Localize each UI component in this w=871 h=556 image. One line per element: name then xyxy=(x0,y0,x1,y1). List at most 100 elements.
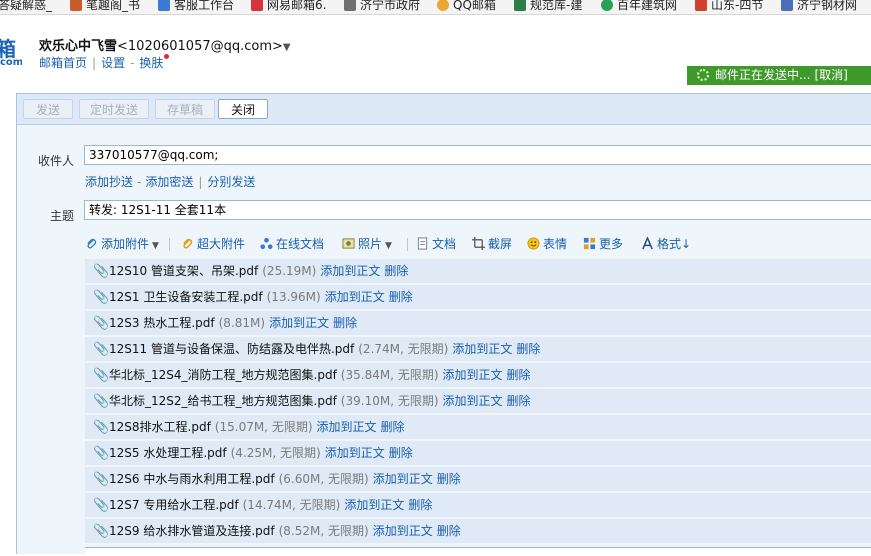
attachment-name: 12S3 热水工程.pdf xyxy=(109,316,215,330)
account-email: <1020601057@qq.com> xyxy=(117,39,283,54)
bookmark-item[interactable]: 答疑解惑_ xyxy=(0,0,52,13)
add-to-body-link[interactable]: 添加到正文 xyxy=(269,316,329,330)
delete-attachment-link[interactable]: 删除 xyxy=(389,290,413,304)
add-bcc-link[interactable]: 添加密送 xyxy=(145,175,193,189)
toolbar-label: 更多 xyxy=(599,237,624,251)
delete-attachment-link[interactable]: 删除 xyxy=(516,342,540,356)
format-icon xyxy=(642,237,653,250)
divider: - xyxy=(130,56,135,70)
attachment-item: 📎12S3 热水工程.pdf (8.81M) 添加到正文 删除 xyxy=(85,311,871,335)
attachment-size: (14.74M, 无限期) xyxy=(242,498,341,512)
add-to-body-link[interactable]: 添加到正文 xyxy=(317,420,377,434)
add-to-body-link[interactable]: 添加到正文 xyxy=(373,524,433,538)
bookmark-item[interactable]: 百年建筑网 xyxy=(601,0,677,13)
document-button[interactable]: 文档 xyxy=(416,234,456,254)
screenshot-button[interactable]: 截屏 xyxy=(472,234,512,254)
delete-attachment-link[interactable]: 删除 xyxy=(333,316,357,330)
bookmark-favicon-icon xyxy=(781,0,793,11)
sending-status-text: 邮件正在发送中... xyxy=(715,68,811,82)
add-to-body-link[interactable]: 添加到正文 xyxy=(443,394,503,408)
attachment-item: 📎12S11 管道与设备保温、防结露及电伴热.pdf (2.74M, 无限期) 添加… xyxy=(85,337,871,361)
bookmark-favicon-icon xyxy=(695,0,707,11)
emoji-icon xyxy=(527,237,540,250)
delete-attachment-link[interactable]: 删除 xyxy=(437,472,461,486)
compose-action-bar: 发送 定时发送 存草稿 关闭 xyxy=(17,94,871,125)
add-to-body-link[interactable]: 添加到正文 xyxy=(320,264,380,278)
save-draft-button[interactable]: 存草稿 xyxy=(155,99,215,119)
add-to-body-link[interactable]: 添加到正文 xyxy=(373,472,433,486)
add-to-body-link[interactable]: 添加到正文 xyxy=(443,368,503,382)
chevron-down-icon[interactable]: ▼ xyxy=(152,241,159,251)
attachment-name: 12S6 中水与雨水利用工程.pdf xyxy=(109,472,275,486)
bookmark-item[interactable]: 山东-四节 xyxy=(695,0,763,13)
attachment-size: (6.60M, 无限期) xyxy=(278,472,369,486)
toolbar-divider xyxy=(169,238,170,251)
send-button[interactable]: 发送 xyxy=(23,99,73,119)
delete-attachment-link[interactable]: 删除 xyxy=(507,368,531,382)
bookmark-item[interactable]: QQ邮箱 xyxy=(437,0,496,13)
delete-attachment-link[interactable]: 删除 xyxy=(507,394,531,408)
attachment-name: 12S7 专用给水工程.pdf xyxy=(109,498,239,512)
toolbar-label: 超大附件 xyxy=(197,237,246,251)
toolbar-label: 文档 xyxy=(432,237,457,251)
account-switcher[interactable]: 欢乐心中飞雪<1020601057@qq.com>▼ xyxy=(39,35,291,54)
add-to-body-link[interactable]: 添加到正文 xyxy=(452,342,512,356)
large-attachment-icon: 📎 xyxy=(93,498,110,513)
attachment-size: (8.81M) xyxy=(218,316,266,330)
photo-button[interactable]: 照片 ▼ xyxy=(342,234,392,254)
bookmark-item[interactable]: 客服工作台 xyxy=(158,0,234,13)
large-attachment-button[interactable]: 超大附件 xyxy=(181,234,245,254)
bookmark-item[interactable]: 笔趣阁_书 xyxy=(70,0,140,13)
divider: | xyxy=(92,56,97,70)
delete-attachment-link[interactable]: 删除 xyxy=(437,524,461,538)
delete-attachment-link[interactable]: 删除 xyxy=(384,264,408,278)
message-body-editor[interactable] xyxy=(85,547,871,556)
bookmark-favicon-icon xyxy=(514,0,526,11)
delete-attachment-link[interactable]: 删除 xyxy=(408,498,432,512)
emoji-button[interactable]: 表情 xyxy=(527,234,567,254)
delete-attachment-link[interactable]: 删除 xyxy=(381,420,405,434)
change-skin-link[interactable]: 换肤 xyxy=(139,56,163,70)
large-attachment-icon: 📎 xyxy=(93,472,110,487)
bookmark-label: QQ邮箱 xyxy=(453,0,496,12)
mail-logo[interactable]: 箱 com xyxy=(0,33,22,69)
bookmark-item[interactable]: 网易邮箱6. xyxy=(251,0,326,13)
separate-send-link[interactable]: 分别发送 xyxy=(207,175,255,189)
attachment-item: 📎12S7 专用给水工程.pdf (14.74M, 无限期) 添加到正文 删除 xyxy=(85,493,871,517)
chevron-down-icon: ▼ xyxy=(282,42,291,53)
delete-attachment-link[interactable]: 删除 xyxy=(389,446,413,460)
more-icon xyxy=(583,237,596,250)
attachment-item: 📎12S10 管道支架、吊架.pdf (25.19M) 添加到正文 删除 xyxy=(85,259,871,283)
add-to-body-link[interactable]: 添加到正文 xyxy=(325,290,385,304)
format-button[interactable]: 格式↓ xyxy=(641,234,691,254)
bookmark-favicon-icon xyxy=(251,0,263,11)
settings-link[interactable]: 设置 xyxy=(101,56,125,70)
bookmark-item[interactable]: 济宁钢材网 xyxy=(781,0,857,13)
scheduled-send-button[interactable]: 定时发送 xyxy=(79,99,149,119)
chevron-down-icon[interactable]: ▼ xyxy=(385,241,392,251)
bookmark-favicon-icon xyxy=(601,0,613,11)
large-attachment-icon: 📎 xyxy=(93,420,110,435)
add-cc-link[interactable]: 添加抄送 xyxy=(85,175,133,189)
recipient-input[interactable]: 337010577@qq.com; xyxy=(84,145,871,165)
more-button[interactable]: 更多 xyxy=(583,234,623,254)
subject-input[interactable]: 转发: 12S1-11 全套11本 xyxy=(84,200,871,220)
add-to-body-link[interactable]: 添加到正文 xyxy=(325,446,385,460)
paperclip-icon: 📎 xyxy=(93,264,110,279)
document-icon xyxy=(417,237,428,250)
attachment-item: 📎12S8排水工程.pdf (15.07M, 无限期) 添加到正文 删除 xyxy=(85,415,871,439)
bookmark-item[interactable]: 济宁市政府 xyxy=(344,0,420,13)
attachment-name: 12S5 水处理工程.pdf xyxy=(109,446,227,460)
large-attachment-icon: 📎 xyxy=(93,342,110,357)
bookmark-label: 济宁钢材网 xyxy=(797,0,858,12)
close-button[interactable]: 关闭 xyxy=(218,99,268,119)
toolbar-label: 添加附件 xyxy=(101,237,150,251)
add-attachment-button[interactable]: 添加附件 ▼ xyxy=(85,234,159,254)
bookmark-label: 答疑解惑_ xyxy=(0,0,53,12)
mailbox-home-link[interactable]: 邮箱首页 xyxy=(39,56,87,70)
recipient-label: 收件人 xyxy=(38,154,75,168)
add-to-body-link[interactable]: 添加到正文 xyxy=(344,498,404,512)
cancel-sending-link[interactable]: [取消] xyxy=(814,68,847,82)
bookmark-item[interactable]: 规范库-建 xyxy=(514,0,582,13)
online-doc-button[interactable]: 在线文档 xyxy=(260,234,324,254)
